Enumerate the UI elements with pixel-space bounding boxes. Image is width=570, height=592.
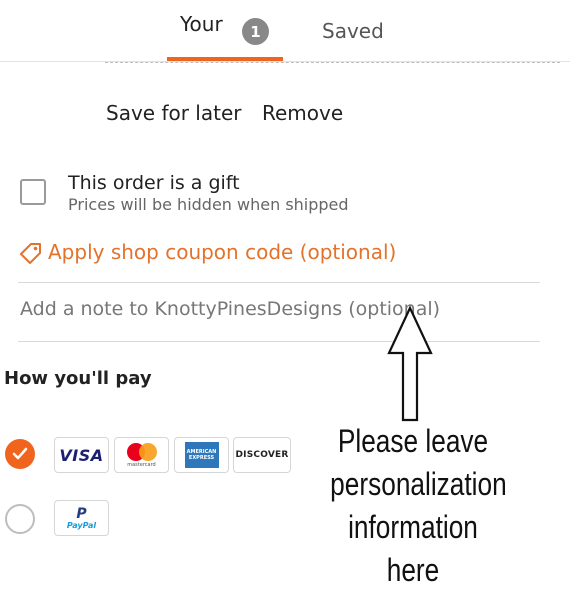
mastercard-caption: mastercard bbox=[127, 461, 156, 468]
remove-button[interactable]: Remove bbox=[262, 101, 343, 125]
card-payment-radio[interactable] bbox=[5, 439, 35, 469]
visa-logo: VISA bbox=[54, 437, 109, 473]
annotation-line-3: information here bbox=[348, 509, 478, 588]
apply-coupon-link[interactable]: Apply shop coupon code (optional) bbox=[48, 240, 396, 264]
gift-checkbox-sublabel: Prices will be hidden when shipped bbox=[68, 195, 349, 214]
tab-your-cart[interactable]: Your bbox=[180, 12, 223, 36]
discover-logo: DISCOVER bbox=[233, 437, 291, 473]
annotation-line-2: personalization bbox=[330, 466, 507, 502]
discover-wordmark: DISCOVER bbox=[235, 450, 289, 460]
note-divider bbox=[18, 341, 540, 342]
checkmark-icon bbox=[12, 447, 28, 460]
visa-wordmark: VISA bbox=[59, 445, 104, 465]
amex-logo: AMERICAN EXPRESS bbox=[174, 437, 229, 473]
annotation-line-1: Please leave bbox=[337, 423, 489, 459]
paypal-payment-radio[interactable] bbox=[5, 504, 35, 534]
paypal-wordmark: PayPal bbox=[66, 520, 97, 530]
up-arrow-annotation-icon bbox=[387, 305, 433, 422]
tab-saved[interactable]: Saved bbox=[322, 19, 384, 43]
gift-checkbox-label[interactable]: This order is a gift bbox=[68, 172, 240, 194]
save-for-later-button[interactable]: Save for later bbox=[106, 101, 242, 125]
payment-heading: How you'll pay bbox=[4, 368, 152, 389]
tag-icon bbox=[20, 243, 41, 264]
amex-line2: EXPRESS bbox=[188, 455, 215, 461]
paypal-logo: P PayPal bbox=[54, 500, 109, 536]
item-dashed-divider bbox=[105, 62, 560, 63]
mastercard-circles-icon bbox=[126, 442, 157, 461]
cart-count-badge: 1 bbox=[242, 18, 269, 45]
shop-note-field[interactable] bbox=[20, 298, 520, 320]
coupon-divider bbox=[18, 282, 540, 283]
annotation-text: Please leave personalization information… bbox=[330, 420, 507, 592]
mastercard-logo: mastercard bbox=[114, 437, 169, 473]
paypal-p-icon: P bbox=[76, 505, 87, 522]
gift-checkbox[interactable] bbox=[20, 179, 46, 205]
